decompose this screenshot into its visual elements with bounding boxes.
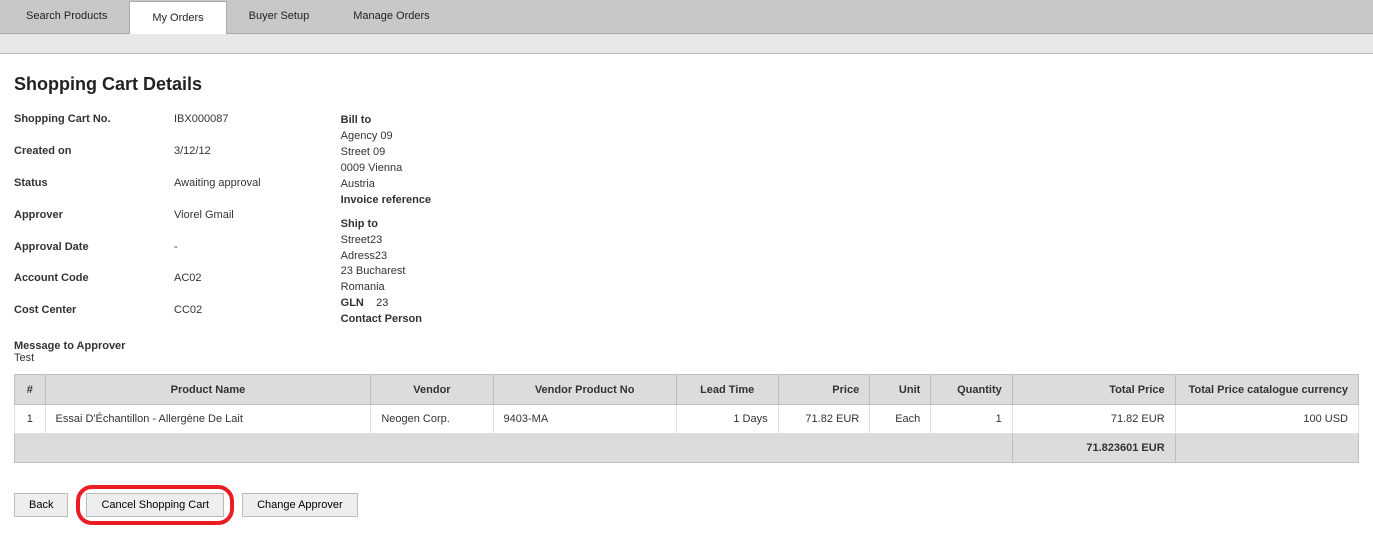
cost-center-label: Cost Center	[14, 304, 174, 328]
col-lead-time: Lead Time	[676, 375, 778, 405]
cell-lead-time: 1 Days	[676, 405, 778, 434]
approver-label: Approver	[14, 209, 174, 233]
gln-header: GLN	[341, 297, 364, 309]
status-label: Status	[14, 177, 174, 201]
cart-meta-list: Shopping Cart No. IBX000087 Created on 3…	[14, 113, 261, 328]
approval-date-label: Approval Date	[14, 241, 174, 265]
main-tabbar: Search Products My Orders Buyer Setup Ma…	[0, 0, 1373, 34]
approval-date-value: -	[174, 241, 261, 265]
col-total-price-catalogue: Total Price catalogue currency	[1175, 375, 1358, 405]
grand-total: 71.823601 EUR	[1012, 434, 1175, 463]
cell-vendor-product-no: 9403-MA	[493, 405, 676, 434]
cell-total-price-catalogue: 100 USD	[1175, 405, 1358, 434]
sub-toolbar	[0, 34, 1373, 54]
bill-to-block: Bill to Agency 09 Street 09 0009 Vienna …	[341, 113, 432, 209]
col-index: #	[15, 375, 46, 405]
table-footer-row: 71.823601 EUR	[15, 434, 1359, 463]
col-vendor-product-no: Vendor Product No	[493, 375, 676, 405]
col-vendor: Vendor	[371, 375, 493, 405]
change-approver-button[interactable]: Change Approver	[242, 493, 358, 517]
table-row: 1 Essai D'Échantillon - Allergène De Lai…	[15, 405, 1359, 434]
cart-no-value: IBX000087	[174, 113, 261, 137]
invoice-reference-header: Invoice reference	[341, 193, 432, 209]
highlight-ring: Cancel Shopping Cart	[76, 485, 234, 525]
message-to-approver-header: Message to Approver	[14, 340, 1359, 352]
created-on-label: Created on	[14, 145, 174, 169]
ship-to-block: Ship to Street23 Adress23 23 Bucharest R…	[341, 217, 432, 329]
action-button-row: Back Cancel Shopping Cart Change Approve…	[14, 485, 1359, 525]
bill-to-line: 0009 Vienna	[341, 161, 432, 177]
cell-product-name: Essai D'Échantillon - Allergène De Lait	[45, 405, 371, 434]
contact-person-header: Contact Person	[341, 312, 432, 328]
cell-total-price: 71.82 EUR	[1012, 405, 1175, 434]
tab-manage-orders[interactable]: Manage Orders	[331, 0, 451, 33]
cell-vendor: Neogen Corp.	[371, 405, 493, 434]
cancel-shopping-cart-button[interactable]: Cancel Shopping Cart	[86, 493, 224, 517]
line-items-table: # Product Name Vendor Vendor Product No …	[14, 374, 1359, 463]
approver-value: Viorel Gmail	[174, 209, 261, 233]
tab-my-orders[interactable]: My Orders	[129, 1, 226, 34]
ship-to-line: Street23	[341, 233, 432, 249]
ship-to-line: 23 Bucharest	[341, 264, 432, 280]
bill-to-line: Street 09	[341, 145, 432, 161]
message-to-approver: Message to Approver Test	[14, 340, 1359, 364]
cell-price: 71.82 EUR	[778, 405, 870, 434]
bill-to-header: Bill to	[341, 113, 432, 129]
tab-buyer-setup[interactable]: Buyer Setup	[227, 0, 332, 33]
col-product-name: Product Name	[45, 375, 371, 405]
bill-to-line: Agency 09	[341, 129, 432, 145]
col-quantity: Quantity	[931, 375, 1012, 405]
account-code-value: AC02	[174, 272, 261, 296]
ship-to-line: Romania	[341, 280, 432, 296]
tab-search-products[interactable]: Search Products	[4, 0, 129, 33]
page-title: Shopping Cart Details	[14, 74, 1359, 95]
gln-value: 23	[376, 297, 388, 309]
cell-quantity: 1	[931, 405, 1012, 434]
back-button[interactable]: Back	[14, 493, 68, 517]
message-to-approver-body: Test	[14, 352, 1359, 364]
ship-to-header: Ship to	[341, 217, 432, 233]
cart-no-label: Shopping Cart No.	[14, 113, 174, 137]
cell-unit: Each	[870, 405, 931, 434]
status-value: Awaiting approval	[174, 177, 261, 201]
bill-to-line: Austria	[341, 177, 432, 193]
cell-index: 1	[15, 405, 46, 434]
col-price: Price	[778, 375, 870, 405]
col-total-price: Total Price	[1012, 375, 1175, 405]
cost-center-value: CC02	[174, 304, 261, 328]
created-on-value: 3/12/12	[174, 145, 261, 169]
ship-to-line: Adress23	[341, 249, 432, 265]
account-code-label: Account Code	[14, 272, 174, 296]
table-header-row: # Product Name Vendor Vendor Product No …	[15, 375, 1359, 405]
col-unit: Unit	[870, 375, 931, 405]
